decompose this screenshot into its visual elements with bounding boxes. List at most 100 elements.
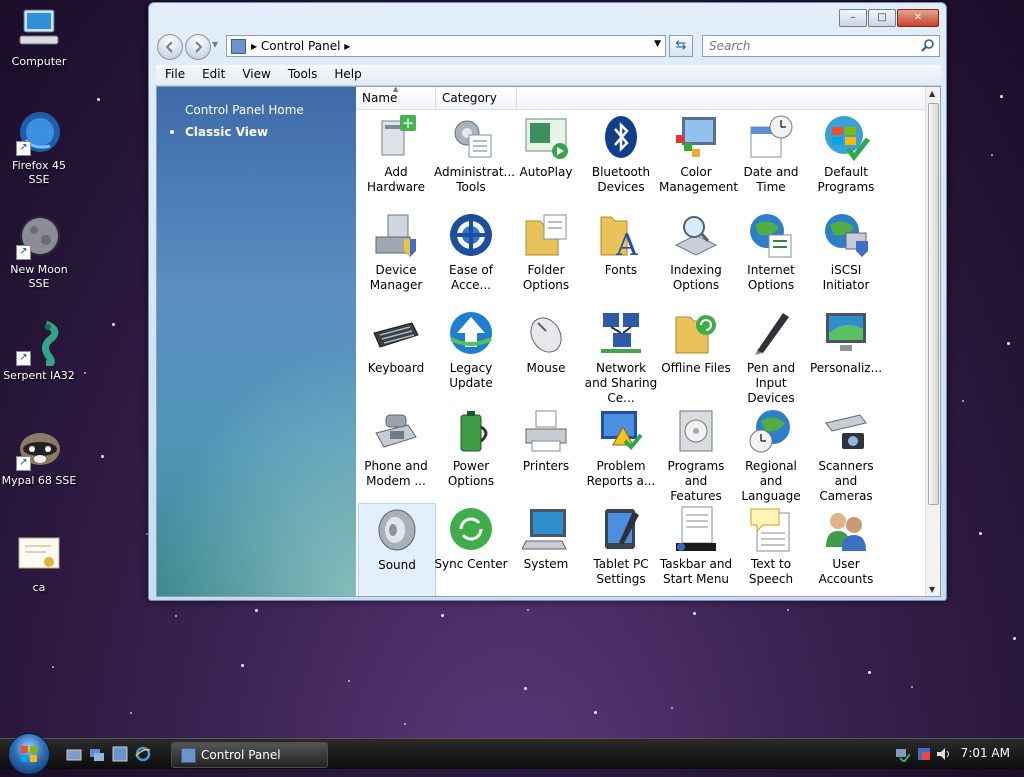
item-add-hardware[interactable]: + Add Hardware [358,111,434,207]
pen-icon [747,309,795,357]
item-device-manager[interactable]: Device Manager [358,209,434,305]
item-internet-options[interactable]: Internet Options [733,209,809,305]
item-date-time[interactable]: Date and Time [733,111,809,207]
item-ease-of-access[interactable]: Ease of Acce... [433,209,509,305]
item-printers[interactable]: Printers [508,405,584,501]
network-status-icon[interactable] [894,746,910,762]
search-icon[interactable] [921,38,935,52]
menu-file[interactable]: File [156,65,193,81]
item-iscsi-initiator[interactable]: iSCSI Initiator [808,209,884,305]
column-separator[interactable] [435,87,436,109]
search-input[interactable] [707,38,911,54]
control-panel-window: – □ ✕ ▼ ▸ Control Panel ▸ ▼ ⇆ FileEditVi… [148,2,947,601]
item-legacy-update[interactable]: Legacy Update [433,307,509,403]
offline-files-icon [672,309,720,357]
item-regional-language[interactable]: Regional and Language ... [733,405,809,518]
firefox-icon: ↗ [16,110,62,156]
classic-view-link[interactable]: Classic View [185,125,268,139]
address-dropdown-icon[interactable]: ▼ [654,39,661,49]
item-programs-features[interactable]: Programs and Features [658,405,734,503]
column-name[interactable]: Name [362,91,397,105]
menu-tools[interactable]: Tools [279,65,326,81]
item-mouse[interactable]: Mouse [508,307,584,403]
desktop-icon-ca[interactable]: ca [0,532,78,595]
user-accounts-icon [822,505,870,553]
menu-view[interactable]: View [233,65,278,81]
sound-icon [373,506,421,554]
item-sync-center[interactable]: Sync Center [433,503,509,596]
item-bluetooth[interactable]: Bluetooth Devices [583,111,659,207]
taskbar-button-control-panel[interactable]: Control Panel [171,742,328,768]
item-user-accounts[interactable]: User Accounts [808,503,884,596]
internet-explorer-icon[interactable] [135,746,151,762]
problem-reports-icon [597,407,645,455]
desktop-icon-serpent[interactable]: ↗ Serpent IA32 [0,320,78,383]
legacy-update-icon [447,309,495,357]
close-button[interactable]: ✕ [897,9,939,27]
raccoon-icon: ↗ [16,425,62,471]
printer-icon [522,407,570,455]
control-panel-quicklaunch-icon[interactable] [112,746,128,762]
item-taskbar-start-menu[interactable]: Taskbar and Start Menu [658,503,734,596]
item-problem-reports[interactable]: Problem Reports a... [583,405,659,501]
item-indexing-options[interactable]: Indexing Options [658,209,734,305]
item-personalization[interactable]: Personaliz... [808,307,884,403]
desktop-icon-mypal[interactable]: ↗ Mypal 68 SSE [0,425,78,488]
desktop-icon-firefox[interactable]: ↗ Firefox 45 SSE [0,110,78,187]
address-bar[interactable]: ▸ Control Panel ▸ ▼ [226,35,666,57]
desktop-icon-new-moon[interactable]: ↗ New Moon SSE [0,214,78,291]
certificate-icon [16,532,62,578]
item-keyboard[interactable]: Keyboard [358,307,434,403]
search-box[interactable] [702,35,940,57]
security-center-icon[interactable] [916,746,932,762]
item-color-management[interactable]: Color Management [658,111,738,207]
add-hardware-icon: + [372,113,420,161]
taskbar-icon [672,505,720,553]
item-tablet-pc-settings[interactable]: Tablet PC Settings [583,503,659,596]
minimize-button[interactable]: – [839,9,867,27]
control-panel-home-link[interactable]: Control Panel Home [185,103,304,117]
show-desktop-icon[interactable] [66,746,82,762]
volume-icon[interactable] [935,746,951,762]
desktop-icon-computer[interactable]: Computer [0,6,78,69]
item-offline-files[interactable]: Offline Files [658,307,734,403]
item-pen-input-devices[interactable]: Pen and Input Devices [733,307,809,405]
item-system[interactable]: System [508,503,584,596]
taskbar: Control Panel 7:01 AM [0,733,1024,775]
scrollbar-thumb[interactable] [928,103,939,505]
system-tray: 7:01 AM [889,739,1024,769]
forward-button[interactable] [185,34,211,60]
item-default-programs[interactable]: Default Programs [808,111,884,207]
menu-edit[interactable]: Edit [193,65,233,81]
item-scanners-cameras[interactable]: Scanners and Cameras [808,405,884,503]
vertical-scrollbar[interactable]: ▲ ▼ [925,87,940,596]
back-button[interactable] [157,34,183,60]
clock[interactable]: 7:01 AM [961,746,1010,760]
scroll-down-icon[interactable]: ▼ [929,585,935,594]
item-folder-options[interactable]: Folder Options [508,209,584,305]
item-phone-modem[interactable]: Phone and Modem ... [358,405,434,501]
shortcut-arrow-icon: ↗ [16,141,31,156]
item-fonts[interactable]: A Fonts [583,209,659,305]
item-network-sharing[interactable]: Network and Sharing Ce... [583,307,659,405]
recent-pages-chevron-icon[interactable]: ▼ [212,40,218,49]
moon-icon: ↗ [16,214,62,260]
column-separator[interactable] [516,87,517,109]
ease-of-access-icon [447,211,495,259]
refresh-button[interactable]: ⇆ [669,35,693,57]
maximize-button[interactable]: □ [868,9,896,27]
item-administrative-tools[interactable]: Administrat... Tools [433,111,515,207]
item-autoplay[interactable]: AutoPlay [508,111,584,207]
address-breadcrumb[interactable]: ▸ Control Panel ▸ [251,39,350,53]
column-category[interactable]: Category [442,91,497,105]
start-button[interactable] [8,733,50,775]
item-sound[interactable]: Sound [358,503,436,596]
item-text-to-speech[interactable]: Text to Speech [733,503,809,596]
menu-help[interactable]: Help [325,65,369,81]
fonts-icon: A [597,211,645,263]
desktop-icon-label: Serpent IA32 [3,369,75,382]
scroll-up-icon[interactable]: ▲ [929,89,935,98]
item-power-options[interactable]: Power Options [433,405,509,501]
scanner-icon [822,407,870,455]
switch-windows-icon[interactable] [89,746,105,762]
